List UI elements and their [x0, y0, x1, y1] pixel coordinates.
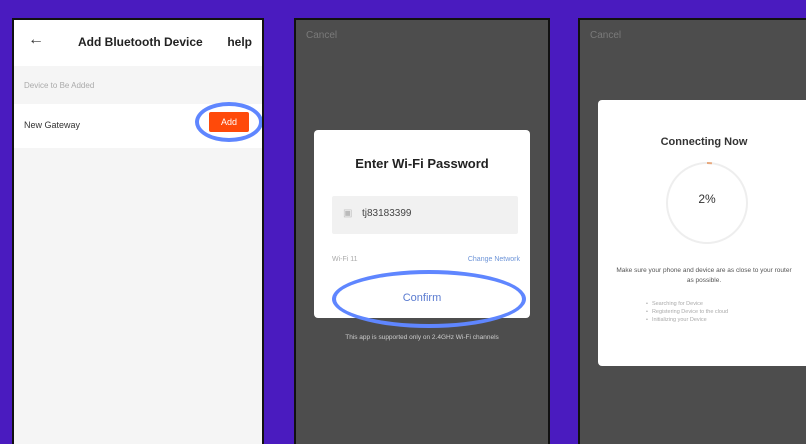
device-name: New Gateway — [24, 120, 81, 130]
cancel-link[interactable]: Cancel — [590, 30, 621, 41]
step-list: Searching for Device Registering Device … — [646, 300, 728, 324]
wifi-name: Wi-Fi 11 — [332, 256, 358, 263]
wifi-note: This app is supported only on 2.4GHz Wi-… — [345, 334, 499, 341]
change-network-link[interactable]: Change Network — [468, 256, 520, 263]
cancel-link[interactable]: Cancel — [306, 30, 337, 41]
connect-message: Make sure your phone and device are as c… — [616, 267, 792, 284]
connecting-screen: Cancel Connecting Now 2% Make sure your … — [578, 18, 806, 444]
connecting-dialog: Connecting Now 2% Make sure your phone a… — [598, 100, 806, 366]
header: ← Add Bluetooth Device help — [14, 20, 262, 66]
wifi-password-dialog: Enter Wi-Fi Password ▣ tj83183399 Wi-Fi … — [314, 130, 530, 318]
back-arrow-icon[interactable]: ← — [28, 31, 44, 49]
dialog-title: Connecting Now — [660, 136, 748, 148]
step-item: Registering Device to the cloud — [646, 308, 728, 316]
dialog-title: Enter Wi-Fi Password — [355, 156, 489, 171]
wifi-password-screen: Cancel Enter Wi-Fi Password ▣ tj83183399… — [294, 18, 550, 444]
help-link[interactable]: help — [227, 35, 252, 49]
confirm-button[interactable]: Confirm — [314, 292, 530, 304]
section-label: Device to Be Added — [24, 81, 95, 90]
page-title: Add Bluetooth Device — [78, 35, 203, 49]
add-button[interactable]: Add — [209, 112, 249, 132]
password-value: tj83183399 — [362, 208, 412, 219]
lock-icon: ▣ — [343, 208, 353, 219]
add-bluetooth-screen: ← Add Bluetooth Device help Device to Be… — [12, 18, 264, 444]
step-item: Searching for Device — [646, 300, 728, 308]
progress-percent: 2% — [698, 192, 716, 206]
password-field[interactable]: ▣ tj83183399 — [332, 196, 518, 234]
step-item: Initializing your Device — [646, 316, 728, 324]
